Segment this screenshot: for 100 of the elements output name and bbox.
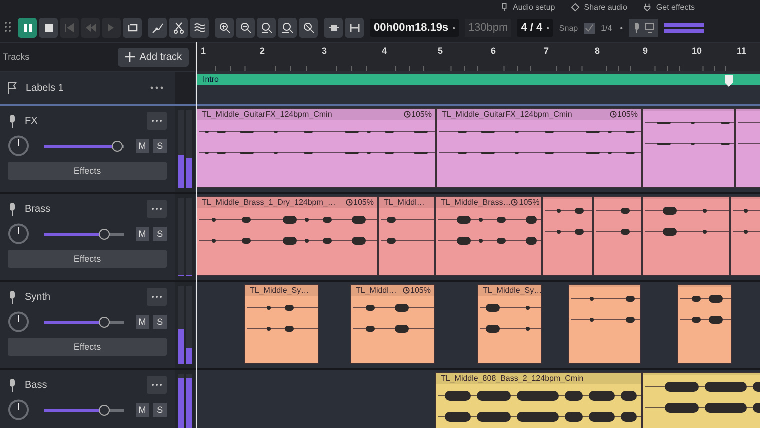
mute-button[interactable]: M bbox=[136, 403, 150, 417]
trim-button[interactable] bbox=[324, 18, 343, 38]
pan-knob[interactable] bbox=[8, 223, 30, 245]
magnifier-icon bbox=[282, 22, 294, 34]
audio-clip[interactable] bbox=[542, 196, 593, 276]
plug-icon bbox=[643, 2, 652, 12]
more-icon bbox=[151, 119, 163, 123]
wave-tool-button[interactable] bbox=[190, 18, 209, 38]
clip-stretch: 105% bbox=[412, 110, 432, 119]
more-button[interactable] bbox=[147, 376, 167, 394]
zoom-fit-button[interactable] bbox=[257, 18, 276, 38]
mute-button[interactable]: M bbox=[136, 227, 150, 241]
solo-button[interactable]: S bbox=[153, 139, 168, 153]
pan-knob[interactable] bbox=[8, 311, 30, 333]
clip-stretch: 105% bbox=[618, 110, 638, 119]
snap-dropdown[interactable]: 1/4 • bbox=[601, 24, 624, 32]
effects-button[interactable]: Effects bbox=[8, 338, 167, 356]
bar-number: 5 bbox=[438, 46, 444, 56]
audio-clip[interactable] bbox=[642, 196, 730, 276]
bar-number: 10 bbox=[692, 46, 702, 56]
clock-icon bbox=[346, 199, 353, 206]
loop-button[interactable] bbox=[123, 18, 142, 38]
skip-back-icon bbox=[64, 22, 76, 34]
bar-number: 3 bbox=[322, 46, 328, 56]
solo-button[interactable]: S bbox=[153, 315, 168, 329]
split-icon bbox=[348, 22, 360, 34]
zoom-in-button[interactable] bbox=[215, 18, 234, 38]
top-link[interactable]: Audio setup bbox=[500, 2, 556, 12]
audio-clip[interactable]: TL_Middl… bbox=[378, 196, 435, 276]
stop-button[interactable] bbox=[39, 18, 58, 38]
timeline-label[interactable]: Intro bbox=[197, 74, 760, 85]
track-name: FX bbox=[25, 116, 38, 126]
zoom-out-button[interactable] bbox=[236, 18, 255, 38]
bar-number: 9 bbox=[643, 46, 648, 56]
slider-thumb[interactable] bbox=[98, 316, 110, 328]
trim-icon bbox=[328, 22, 340, 34]
clip-name: TL_Middle_808_Bass_2_124bpm_Cmin bbox=[441, 374, 584, 383]
slider-thumb[interactable] bbox=[112, 140, 124, 152]
audio-clip[interactable]: TL_Middle_GuitarFX_124bpm_Cmin 105% bbox=[436, 108, 642, 188]
audio-clip[interactable] bbox=[642, 108, 735, 188]
envelope-tool-button[interactable] bbox=[148, 18, 167, 38]
timeline-ruler[interactable]: 1 2 3 4 5 6 7 8 9 10 11 bbox=[195, 43, 760, 71]
add-track-button[interactable]: Add track bbox=[118, 48, 189, 66]
mute-button[interactable]: M bbox=[136, 315, 150, 329]
more-button[interactable] bbox=[147, 288, 167, 306]
audio-clip[interactable]: TL_Middle_Sy… bbox=[244, 284, 319, 364]
solo-button[interactable]: S bbox=[153, 403, 168, 417]
audio-clip[interactable]: TL_Middle_GuitarFX_124bpm_Cmin 105% bbox=[196, 108, 436, 188]
monitor-icon[interactable] bbox=[645, 22, 656, 34]
loop-marker-icon[interactable] bbox=[725, 75, 733, 87]
solo-button[interactable]: S bbox=[153, 227, 168, 241]
tempo-field[interactable]: 130bpm bbox=[465, 19, 512, 37]
audio-clip[interactable]: TL_Middle_Brass… 105% bbox=[435, 196, 542, 276]
effects-button[interactable]: Effects bbox=[8, 250, 167, 268]
more-icon bbox=[151, 295, 163, 299]
audio-clip[interactable] bbox=[677, 284, 732, 364]
check-icon bbox=[585, 24, 594, 32]
clip-name: TL_Middle_Brass_1_Dry_124bpm_… bbox=[202, 198, 336, 207]
microphone-icon bbox=[500, 2, 509, 12]
top-link[interactable]: Get effects bbox=[643, 2, 695, 12]
audio-clip[interactable]: TL_Middle_Sy… bbox=[477, 284, 542, 364]
audio-clip[interactable]: TL_Middle_Brass_1_Dry_124bpm_… 105% bbox=[196, 196, 378, 276]
audio-clip[interactable] bbox=[593, 196, 642, 276]
more-button[interactable] bbox=[147, 200, 167, 218]
cut-button[interactable] bbox=[169, 18, 188, 38]
pause-icon bbox=[22, 22, 34, 34]
link-label: Audio setup bbox=[513, 2, 556, 12]
split-button[interactable] bbox=[345, 18, 364, 38]
audio-clip[interactable] bbox=[730, 196, 760, 276]
audio-clip[interactable] bbox=[568, 284, 641, 364]
pan-knob[interactable] bbox=[8, 135, 30, 157]
audio-clip[interactable]: TL_Middle_808_Bass_2_124bpm_Cmin bbox=[435, 372, 642, 428]
microphone-icon bbox=[8, 290, 17, 304]
slider-thumb[interactable] bbox=[98, 228, 110, 240]
time-display[interactable]: 00h00m18.19s • bbox=[370, 19, 460, 37]
level-meter-icon bbox=[664, 22, 704, 34]
pan-knob[interactable] bbox=[8, 399, 30, 421]
effects-button[interactable]: Effects bbox=[8, 162, 167, 180]
clip-name: TL_Middle_Sy… bbox=[483, 286, 541, 295]
slider-thumb[interactable] bbox=[98, 404, 110, 416]
audio-clip[interactable]: TL_Middl… 105% bbox=[350, 284, 435, 364]
more-button[interactable] bbox=[147, 112, 167, 130]
zoom-toggle-button[interactable] bbox=[299, 18, 318, 38]
link-label: Share audio bbox=[584, 2, 628, 12]
rewind-icon bbox=[84, 22, 96, 34]
track-name: Bass bbox=[25, 380, 48, 390]
more-icon bbox=[151, 207, 163, 211]
clip-stretch: 105% bbox=[519, 198, 540, 207]
pause-button[interactable] bbox=[18, 18, 37, 38]
top-link[interactable]: Share audio bbox=[571, 2, 628, 12]
clip-name: TL_Middle_GuitarFX_124bpm_Cmin bbox=[442, 110, 572, 119]
drag-handle-icon[interactable] bbox=[4, 21, 12, 35]
mute-button[interactable]: M bbox=[136, 139, 150, 153]
microphone-icon bbox=[8, 378, 17, 392]
clock-icon bbox=[404, 111, 411, 118]
zoom-selection-button[interactable] bbox=[278, 18, 297, 38]
time-signature-selector[interactable]: 4 / 4 • bbox=[517, 19, 554, 37]
snap-checkbox[interactable] bbox=[584, 22, 596, 34]
clip-name: TL_Middl… bbox=[356, 286, 397, 295]
loop-icon bbox=[126, 22, 138, 34]
